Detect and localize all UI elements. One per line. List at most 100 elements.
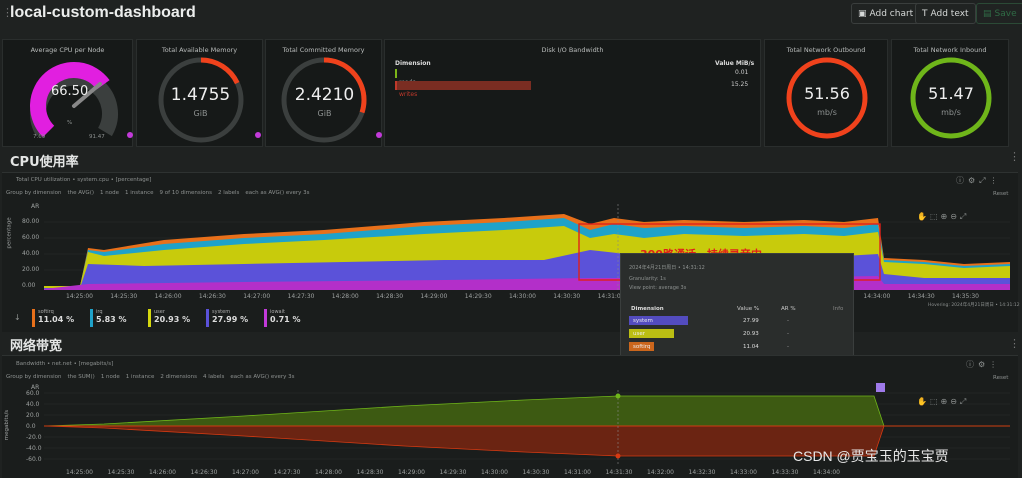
cpu-ytick: 40.00 — [22, 250, 40, 257]
net-xtick: 14:27:30 — [273, 469, 301, 476]
chart-zoom-icons[interactable]: ✋⬚⊕⊖⤢ — [917, 397, 969, 407]
legend-chip[interactable]: user 20.93 % — [148, 309, 203, 327]
cpu-ylabel: percentage — [6, 217, 13, 249]
net-inbound-card: Total Network Inbound 51.47 mb/s — [891, 39, 1009, 147]
net-ytick: 0.0 — [26, 423, 36, 430]
net-xtick: 14:32:30 — [688, 469, 716, 476]
cpu-gauge-unit: % — [67, 120, 73, 126]
legend-chip-value: 27.99 % — [212, 315, 249, 324]
tooltip-row-value: 20.93 — [743, 330, 759, 337]
legend-chip[interactable]: system 27.99 % — [206, 309, 261, 327]
cpu-gauge-card: Average CPU per Node 66.50 % 7.69 91.47 — [2, 39, 133, 147]
net-chart-title: Bandwidth • net.net • [megabits/s] — [16, 361, 114, 367]
net-xtick: 14:31:30 — [605, 469, 633, 476]
net-outbound-card: Total Network Outbound 51.56 mb/s — [764, 39, 888, 147]
net-ytick: 20.0 — [26, 412, 40, 419]
net-ytick: 60.0 — [26, 390, 40, 397]
cpu-xtick: 14:30:30 — [553, 293, 581, 300]
cpu-xtick: 14:34:30 — [907, 293, 935, 300]
legend-chip-value: 5.83 % — [96, 315, 127, 324]
mem-available-card: Total Available Memory 1.4755 GiB — [136, 39, 263, 147]
legend-chip-value: 11.04 % — [38, 315, 75, 324]
drag-handle-icon[interactable]: ⋮⋮ — [1009, 337, 1022, 350]
cpu-ytick: 0.00 — [22, 282, 36, 289]
cpu-xtick: 14:29:30 — [464, 293, 492, 300]
legend-chip[interactable]: irq 5.83 % — [90, 309, 145, 327]
add-chart-button[interactable]: ▣ Add chart — [851, 3, 921, 24]
net-xtick: 14:26:30 — [190, 469, 218, 476]
net-xtick: 14:31:00 — [564, 469, 591, 476]
legend-chip[interactable]: iowait 0.71 % — [264, 309, 319, 327]
disk-io-card: Disk I/O Bandwidth Dimension Value MiB/s… — [384, 39, 761, 147]
net-xtick: 14:32:00 — [647, 469, 674, 476]
disk-row-writes: writes — [395, 81, 531, 98]
net-xtick: 14:30:30 — [522, 469, 550, 476]
alert-icon[interactable] — [255, 132, 261, 138]
chart-zoom-icons[interactable]: ✋⬚⊕⊖⤢ — [917, 212, 969, 222]
selection-marker — [876, 383, 885, 392]
drag-handle-icon[interactable]: ⋮ — [2, 6, 13, 19]
net-inbound-unit: mb/s — [941, 108, 961, 117]
group-by-dropdown[interactable]: Group by dimension — [6, 190, 61, 196]
labels-dropdown[interactable]: 4 labels — [203, 374, 224, 380]
disk-value-header: Value MiB/s — [715, 60, 755, 67]
save-button[interactable]: ▤ Save — [976, 3, 1022, 24]
net-xtick: 14:30:00 — [481, 469, 508, 476]
aggregation-dropdown[interactable]: the SUM() — [67, 374, 94, 380]
nodes-dropdown[interactable]: 1 node — [101, 374, 120, 380]
save-icon: ▤ — [983, 8, 992, 19]
tooltip-granularity: Granularity: 1s — [629, 276, 666, 282]
net-xtick: 14:33:00 — [730, 469, 757, 476]
net-xtick: 14:29:30 — [439, 469, 467, 476]
cpu-gauge-min: 7.69 — [33, 134, 46, 140]
collapse-arrow-icon[interactable]: ↓ — [14, 313, 21, 322]
net-xtick: 14:34:00 — [813, 469, 840, 476]
net-xtick: 14:27:00 — [232, 469, 259, 476]
tooltip-val-header: Value % — [737, 306, 760, 312]
dimensions-dropdown[interactable]: 9 of 10 dimensions — [160, 190, 212, 196]
tooltip-row-ar: - — [787, 343, 789, 350]
cpu-ytick: 80.00 — [22, 218, 40, 225]
labels-dropdown[interactable]: 2 labels — [218, 190, 239, 196]
tooltip-row-value: 11.04 — [743, 343, 759, 350]
drag-handle-icon[interactable]: ⋮⋮ — [1009, 150, 1022, 163]
chart-actions-icon[interactable]: ⓘ⚙⤢⋮ — [956, 175, 1002, 186]
cpu-xtick: 14:27:00 — [243, 293, 271, 300]
legend-chip[interactable]: softirq 11.04 % — [32, 309, 87, 327]
cpu-xtick: 14:25:00 — [66, 293, 93, 300]
alert-icon[interactable] — [127, 132, 133, 138]
tooltip-row-value: 27.99 — [743, 317, 759, 324]
net-xtick: 14:33:30 — [771, 469, 799, 476]
instances-dropdown[interactable]: 1 instance — [126, 374, 155, 380]
cpu-ytick: 60.00 — [22, 234, 40, 241]
add-text-button[interactable]: T Add text — [915, 3, 976, 24]
tooltip-row-name: softirq — [633, 343, 651, 350]
mem-committed-value: 2.4210 — [294, 85, 355, 105]
instances-dropdown[interactable]: 1 instance — [125, 190, 154, 196]
net-xtick: 14:26:00 — [149, 469, 176, 476]
group-by-dropdown[interactable]: Group by dimension — [6, 374, 61, 380]
cpu-ar-label: AR — [31, 203, 40, 210]
aggregation-dropdown[interactable]: the AVG() — [67, 190, 94, 196]
tooltip-row: user 20.93 - — [629, 328, 845, 339]
tooltip-row-name: user — [633, 330, 645, 337]
cpu-chart-title: Total CPU utilization • system.cpu • [pe… — [16, 177, 152, 183]
cpu-xtick: 14:28:30 — [376, 293, 404, 300]
reset-button[interactable]: Reset — [993, 191, 1008, 197]
reset-button[interactable]: Reset — [993, 375, 1008, 381]
cpu-xtick: 14:28:00 — [331, 293, 359, 300]
chart-actions-icon[interactable]: ⓘ⚙⋮ — [966, 359, 1001, 370]
mem-committed-unit: GiB — [317, 109, 332, 118]
dimensions-dropdown[interactable]: 2 dimensions — [160, 374, 197, 380]
tooltip-row-ar: - — [787, 330, 789, 337]
tooltip-row-ar: - — [787, 317, 789, 324]
cpu-ytick: 20.00 — [22, 266, 40, 273]
time-agg-dropdown[interactable]: each as AVG() every 3s — [230, 374, 294, 380]
net-xtick: 14:25:30 — [107, 469, 135, 476]
alert-icon[interactable] — [376, 132, 382, 138]
text-icon: T — [922, 8, 928, 19]
time-agg-dropdown[interactable]: each as AVG() every 3s — [245, 190, 309, 196]
net-xtick: 14:28:00 — [315, 469, 342, 476]
nodes-dropdown[interactable]: 1 node — [100, 190, 119, 196]
hover-note: Hovering: 2024年4月21日周日 • 14:31:12 — [928, 303, 1020, 308]
